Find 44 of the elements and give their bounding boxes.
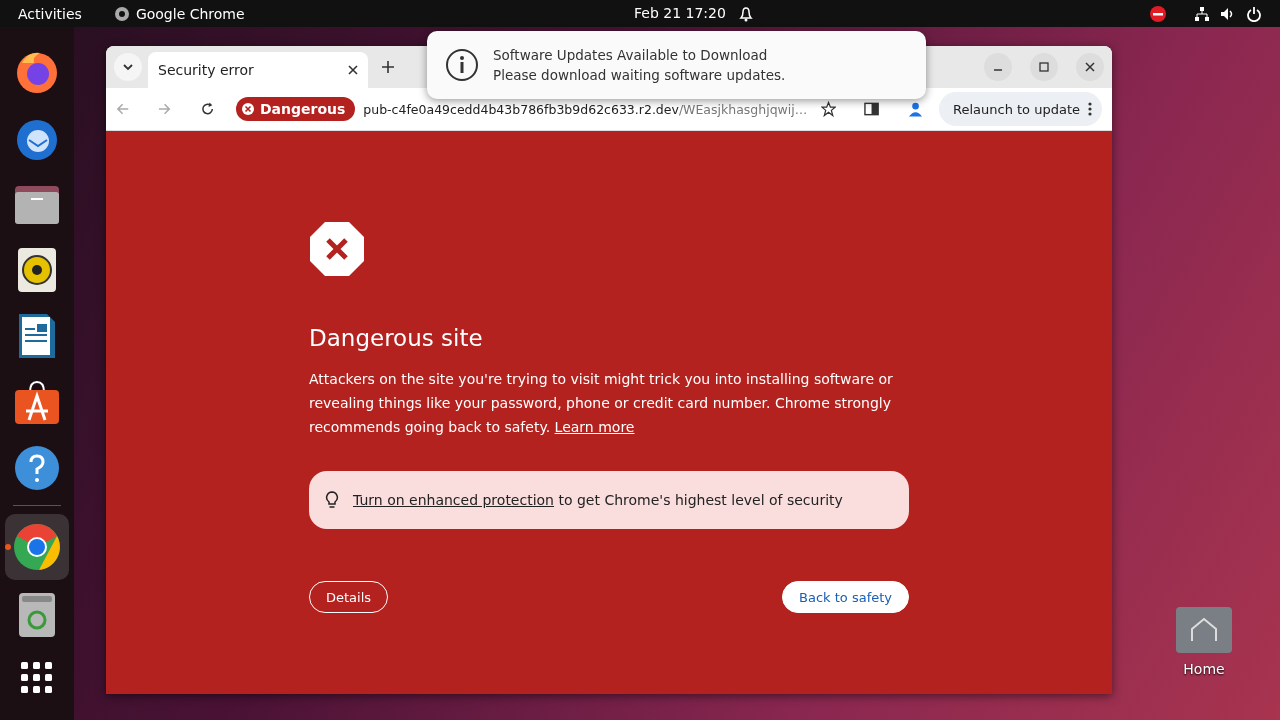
new-tab-plus-icon[interactable]	[382, 61, 394, 73]
help-icon	[15, 446, 59, 490]
power-icon	[1246, 5, 1262, 22]
speaker-icon	[18, 248, 56, 292]
relaunch-to-update-button[interactable]: Relaunch to update	[939, 92, 1102, 126]
running-indicator-icon	[5, 544, 11, 550]
profile-icon[interactable]	[907, 101, 923, 117]
address-field[interactable]: pub-c4fe0a49cedd4b43b786fb3b9d62c633.r2.dev/WEasjkhasghjqwij…	[363, 101, 808, 117]
error-icon	[309, 221, 365, 277]
dangerous-site-chip[interactable]: Dangerous	[235, 97, 356, 121]
enhanced-protection-text: Turn on enhanced protection to get Chrome's highest level of security	[353, 492, 843, 508]
network-icon	[1194, 5, 1210, 22]
app-grid-icon	[21, 662, 53, 694]
notification-popup[interactable]: Software Updates Available to Download Please download waiting software updates.	[427, 31, 926, 99]
more-menu-icon[interactable]	[1088, 102, 1092, 116]
dock-item[interactable]	[5, 514, 69, 580]
star-icon[interactable]	[821, 101, 837, 117]
shopping-bag-icon	[15, 380, 59, 424]
close-window-icon[interactable]	[1085, 62, 1095, 72]
notification-title: Software Updates Available to Download	[493, 47, 769, 63]
tab-search-caret-icon[interactable]	[122, 61, 134, 73]
browser-tab[interactable]: Security error	[148, 52, 368, 88]
home-folder-label[interactable]: Home	[1183, 661, 1225, 677]
do-not-disturb-icon	[1150, 5, 1166, 22]
trash-icon	[19, 593, 55, 637]
clock[interactable]: Feb 21 17:20	[634, 5, 726, 21]
app-menu[interactable]: Google Chrome	[135, 5, 245, 22]
maximize-icon[interactable]	[1039, 62, 1049, 72]
close-icon[interactable]	[348, 65, 358, 75]
page-heading: Dangerous site	[309, 325, 484, 351]
bell-icon	[738, 5, 754, 22]
lightbulb-icon	[325, 491, 339, 509]
error-circle-icon	[241, 103, 254, 115]
enhanced-protection-link[interactable]: Turn on enhanced protection	[353, 492, 554, 508]
learn-more-link[interactable]: Learn more	[554, 419, 635, 435]
info-icon	[445, 48, 479, 82]
warning-text: Attackers on the site you're trying to visit might trick you into installing software or revealing things like your password, phone or credit card number. Chrome strongly recommends going back to safety. Learn more	[309, 370, 894, 437]
folder-icon	[15, 184, 59, 224]
reload-icon[interactable]	[200, 102, 214, 116]
notification-body: Please download waiting software updates.	[493, 67, 786, 83]
side-panel-icon[interactable]	[863, 101, 879, 117]
back-to-safety-button[interactable]: Back to safety	[782, 581, 909, 613]
document-icon	[19, 314, 55, 358]
activities-button[interactable]: Activities	[18, 5, 82, 22]
